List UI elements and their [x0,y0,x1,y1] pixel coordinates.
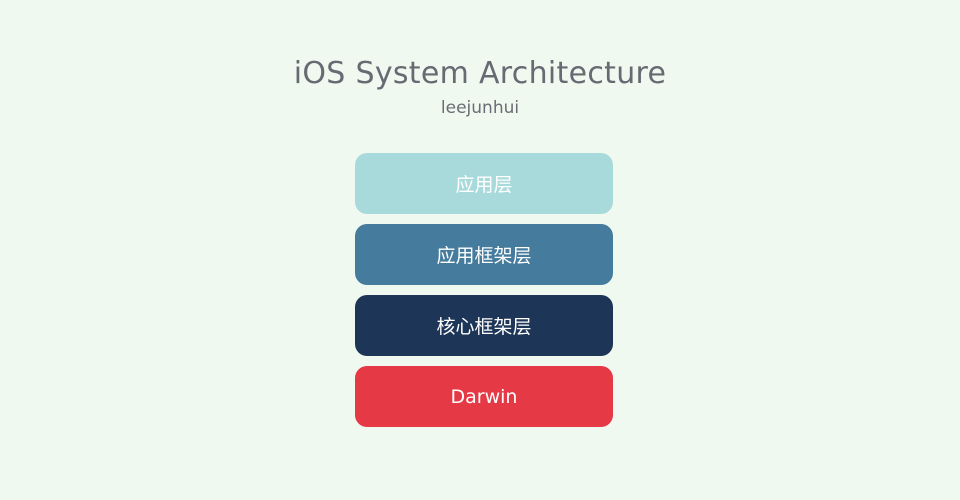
layer-label: 核心框架层 [436,316,532,338]
diagram-title: iOS System Architecture [293,56,667,91]
layer-core-framework: 核心框架层 [355,295,613,356]
layer-label: 应用层 [455,174,513,196]
layer-application-framework: 应用框架层 [355,224,613,285]
layer-label: Darwin [450,385,518,408]
diagram-subtitle: leejunhui [440,98,520,118]
layer-label: 应用框架层 [436,245,532,267]
diagram-canvas: { "title": "iOS System Architecture", "s… [0,0,960,500]
layer-stack: 应用层 应用框架层 核心框架层 Darwin [355,153,613,437]
layer-application: 应用层 [355,153,613,214]
layer-darwin: Darwin [355,366,613,427]
